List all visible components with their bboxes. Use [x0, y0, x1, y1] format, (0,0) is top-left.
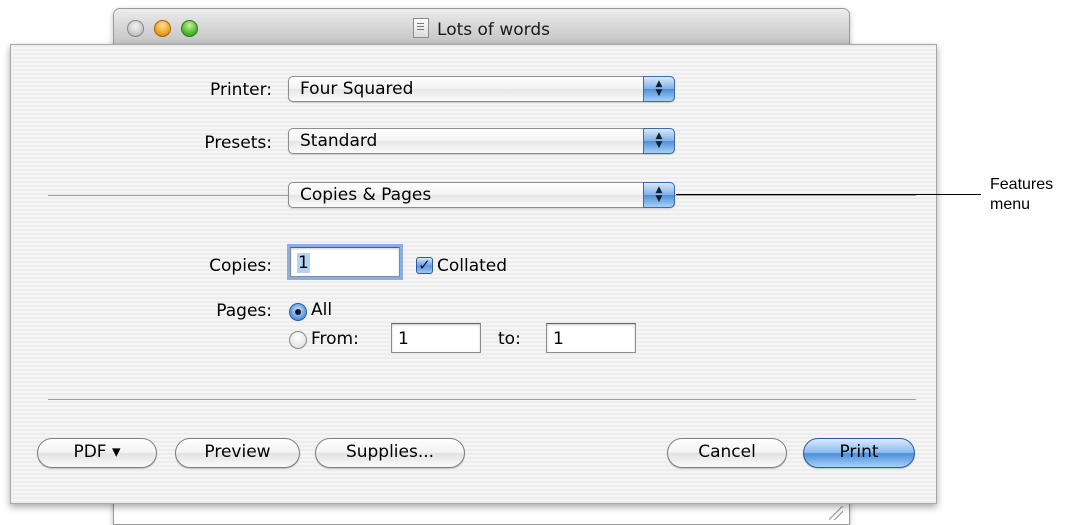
features-popup[interactable]: Copies & Pages ▲ ▼	[288, 182, 675, 208]
cancel-button[interactable]: Cancel	[667, 438, 787, 468]
copies-label: Copies:	[209, 256, 272, 276]
printer-label: Printer:	[210, 80, 272, 100]
popup-arrows-icon: ▲ ▼	[643, 76, 675, 102]
preview-button[interactable]: Preview	[175, 438, 300, 468]
resize-grip-icon[interactable]	[829, 506, 843, 520]
pages-label: Pages:	[216, 301, 272, 321]
pages-to-field[interactable]: 1	[546, 323, 636, 353]
printer-popup[interactable]: Four Squared ▲ ▼	[288, 76, 675, 102]
popup-arrows-icon: ▲ ▼	[643, 128, 675, 154]
print-button[interactable]: Print	[803, 438, 915, 468]
pdf-button[interactable]: PDF ▾	[37, 438, 157, 468]
pages-to-value: 1	[553, 329, 564, 349]
features-value: Copies & Pages	[300, 185, 432, 205]
pages-to-label: to:	[498, 329, 521, 349]
callout-label: Features menu	[990, 175, 1053, 215]
window-title: Lots of words	[114, 18, 849, 40]
popup-arrows-icon: ▲ ▼	[643, 182, 675, 208]
window-title-text: Lots of words	[437, 20, 550, 40]
pages-from-radio[interactable]	[289, 331, 307, 349]
separator-left	[48, 195, 288, 196]
printer-value: Four Squared	[300, 79, 414, 99]
presets-value: Standard	[300, 131, 378, 151]
pages-from-label: From:	[311, 329, 359, 349]
separator-right	[675, 195, 916, 196]
callout-line2: menu	[990, 196, 1031, 213]
pages-from-field[interactable]: 1	[391, 323, 481, 353]
presets-label: Presets:	[204, 133, 272, 153]
copies-value: 1	[297, 253, 310, 273]
collated-label: Collated	[437, 256, 508, 276]
pages-from-value: 1	[398, 329, 409, 349]
presets-popup[interactable]: Standard ▲ ▼	[288, 128, 675, 154]
title-bar[interactable]: Lots of words	[114, 9, 849, 46]
document-icon	[413, 18, 430, 38]
copies-field[interactable]: 1	[287, 244, 403, 280]
supplies-button[interactable]: Supplies...	[315, 438, 465, 468]
collated-checkbox[interactable]: ✓	[416, 257, 433, 274]
pages-all-radio[interactable]	[289, 303, 307, 321]
callout-line1: Features	[990, 176, 1054, 193]
pages-all-label: All	[311, 300, 333, 320]
print-sheet: Printer: Four Squared ▲ ▼ Presets: Standa…	[10, 44, 937, 504]
separator-bottom	[48, 399, 916, 400]
checkmark-icon: ✓	[418, 256, 431, 274]
callout-line	[676, 194, 981, 195]
